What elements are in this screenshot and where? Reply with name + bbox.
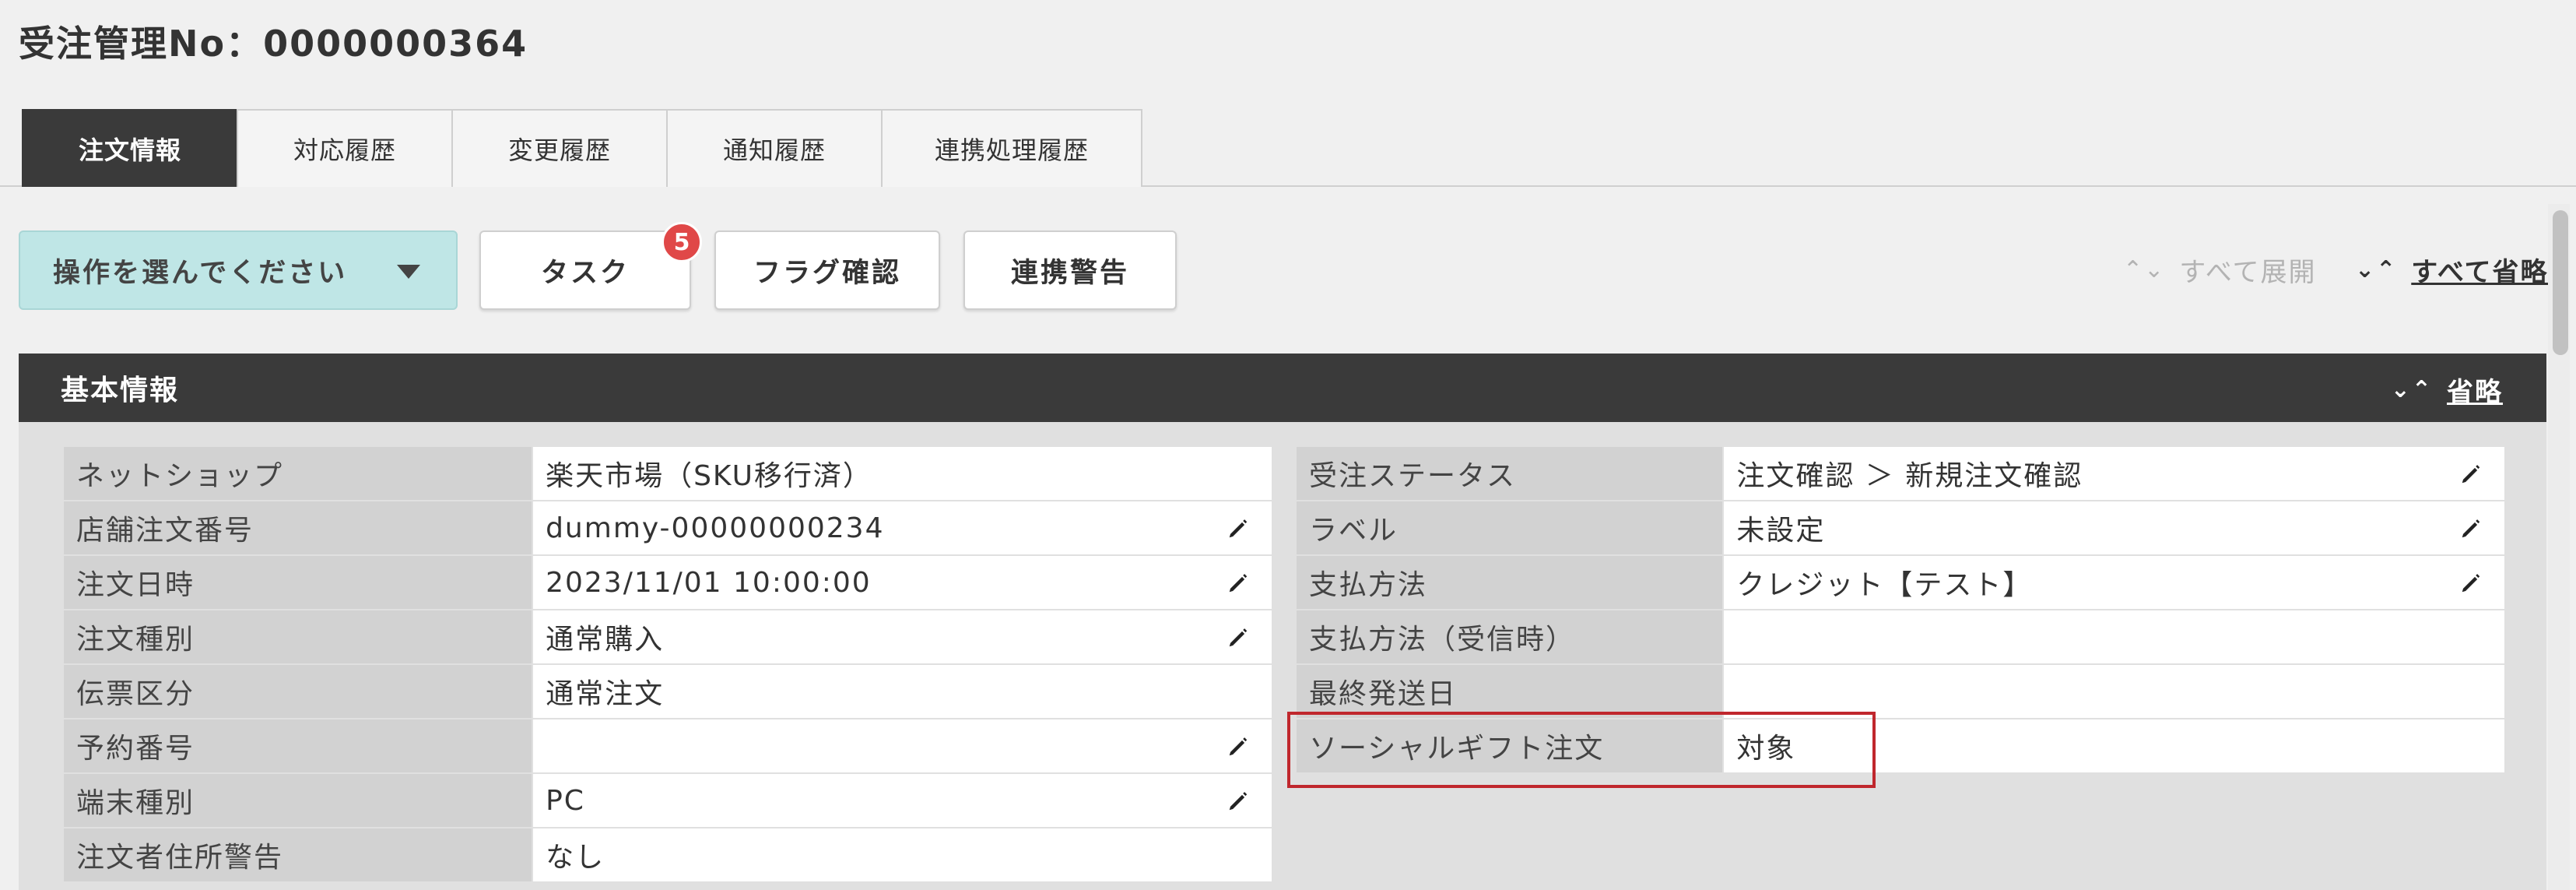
field-value bbox=[1722, 663, 2506, 719]
collapse-icon: ⌄⌃ bbox=[2355, 256, 2398, 283]
pencil-icon[interactable] bbox=[1225, 735, 1251, 758]
operation-select-label: 操作を選んでください bbox=[53, 257, 348, 289]
expand-all-link[interactable]: ⌃⌄ すべて展開 bbox=[2123, 251, 2317, 289]
chevron-down-icon bbox=[397, 265, 420, 279]
pencil-icon[interactable] bbox=[2458, 517, 2484, 540]
collapse-all-label: すべて省略 bbox=[2411, 257, 2549, 288]
table-row: 注文日時 2023/11/01 10:00:00 bbox=[61, 554, 1273, 610]
pencil-icon[interactable] bbox=[1225, 626, 1251, 649]
field-value bbox=[532, 718, 1273, 774]
field-label: 予約番号 bbox=[61, 718, 534, 774]
pencil-icon[interactable] bbox=[1225, 790, 1251, 813]
basic-info-left-table: ネットショップ 楽天市場（SKU移行済） 店舗注文番号 dummy-000000… bbox=[61, 445, 1273, 883]
field-value: dummy-00000000234 bbox=[532, 500, 1273, 556]
table-row: 店舗注文番号 dummy-00000000234 bbox=[61, 500, 1273, 556]
field-value: なし bbox=[532, 827, 1273, 883]
table-row: 予約番号 bbox=[61, 718, 1273, 774]
collapse-icon: ⌄⌃ bbox=[2390, 376, 2433, 403]
tab-notification-history[interactable]: 通知履歴 bbox=[666, 109, 881, 187]
scrollbar-thumb[interactable] bbox=[2553, 210, 2568, 355]
pencil-icon[interactable] bbox=[2458, 572, 2484, 595]
task-count-badge: 5 bbox=[662, 222, 702, 262]
page-title: 受注管理No：0000000364 bbox=[19, 23, 528, 65]
field-label: 支払方法（受信時） bbox=[1294, 609, 1725, 665]
field-label: 店舗注文番号 bbox=[61, 500, 534, 556]
field-label: 伝票区分 bbox=[61, 663, 534, 719]
flag-check-button[interactable]: フラグ確認 bbox=[714, 230, 940, 310]
task-button[interactable]: タスク bbox=[479, 230, 691, 310]
operation-select[interactable]: 操作を選んでください bbox=[19, 230, 458, 310]
expand-icon: ⌃⌄ bbox=[2123, 256, 2166, 283]
table-row: ネットショップ 楽天市場（SKU移行済） bbox=[61, 445, 1273, 501]
table-row: 支払方法（受信時） bbox=[1294, 609, 2506, 665]
tab-bar: 注文情報 対応履歴 変更履歴 通知履歴 連携処理履歴 bbox=[22, 109, 1142, 187]
pencil-icon[interactable] bbox=[1225, 572, 1251, 595]
pencil-icon[interactable] bbox=[1225, 517, 1251, 540]
tab-order-info[interactable]: 注文情報 bbox=[22, 109, 237, 187]
field-value: 通常注文 bbox=[532, 663, 1273, 719]
field-label: 注文日時 bbox=[61, 554, 534, 610]
field-value: 未設定 bbox=[1722, 500, 2506, 556]
tab-change-history[interactable]: 変更履歴 bbox=[451, 109, 666, 187]
task-button-label: タスク bbox=[540, 257, 630, 289]
field-label: 受注ステータス bbox=[1294, 445, 1725, 501]
table-row: 注文種別 通常購入 bbox=[61, 609, 1273, 665]
field-label: 支払方法 bbox=[1294, 554, 1725, 610]
field-value bbox=[1722, 609, 2506, 665]
section-collapse-link[interactable]: ⌄⌃ 省略 bbox=[2391, 371, 2503, 409]
pencil-icon[interactable] bbox=[2458, 463, 2484, 486]
table-row: 注文者住所警告 なし bbox=[61, 827, 1273, 883]
field-value: PC bbox=[532, 772, 1273, 828]
integration-warning-button[interactable]: 連携警告 bbox=[963, 230, 1177, 310]
expand-all-label: すべて展開 bbox=[2179, 257, 2317, 288]
field-label: 注文種別 bbox=[61, 609, 534, 665]
field-label: ラベル bbox=[1294, 500, 1725, 556]
table-row: 端末種別 PC bbox=[61, 772, 1273, 828]
table-row: 支払方法 クレジット【テスト】 bbox=[1294, 554, 2506, 610]
collapse-all-link[interactable]: ⌄⌃ すべて省略 bbox=[2355, 251, 2549, 289]
field-value: 注文確認 ＞ 新規注文確認 bbox=[1722, 445, 2506, 501]
section-collapse-label: 省略 bbox=[2447, 377, 2503, 408]
field-label: 端末種別 bbox=[61, 772, 534, 828]
field-value: 2023/11/01 10:00:00 bbox=[532, 554, 1273, 610]
field-label: 最終発送日 bbox=[1294, 663, 1725, 719]
tab-response-history[interactable]: 対応履歴 bbox=[237, 109, 451, 187]
table-row: 最終発送日 bbox=[1294, 663, 2506, 719]
field-value: クレジット【テスト】 bbox=[1722, 554, 2506, 610]
integration-warning-label: 連携警告 bbox=[1010, 257, 1129, 289]
table-row: 受注ステータス 注文確認 ＞ 新規注文確認 bbox=[1294, 445, 2506, 501]
section-title: 基本情報 bbox=[61, 375, 180, 406]
field-label: 注文者住所警告 bbox=[61, 827, 534, 883]
tab-integration-history[interactable]: 連携処理履歴 bbox=[881, 109, 1142, 187]
flag-check-label: フラグ確認 bbox=[753, 257, 901, 289]
social-gift-highlight-box bbox=[1287, 712, 1876, 788]
table-row: ラベル 未設定 bbox=[1294, 500, 2506, 556]
field-value: 楽天市場（SKU移行済） bbox=[532, 445, 1273, 501]
table-row: 伝票区分 通常注文 bbox=[61, 663, 1273, 719]
section-header-basic-info: 基本情報 ⌄⌃ 省略 bbox=[19, 354, 2546, 422]
field-label: ネットショップ bbox=[61, 445, 534, 501]
field-value: 通常購入 bbox=[532, 609, 1273, 665]
